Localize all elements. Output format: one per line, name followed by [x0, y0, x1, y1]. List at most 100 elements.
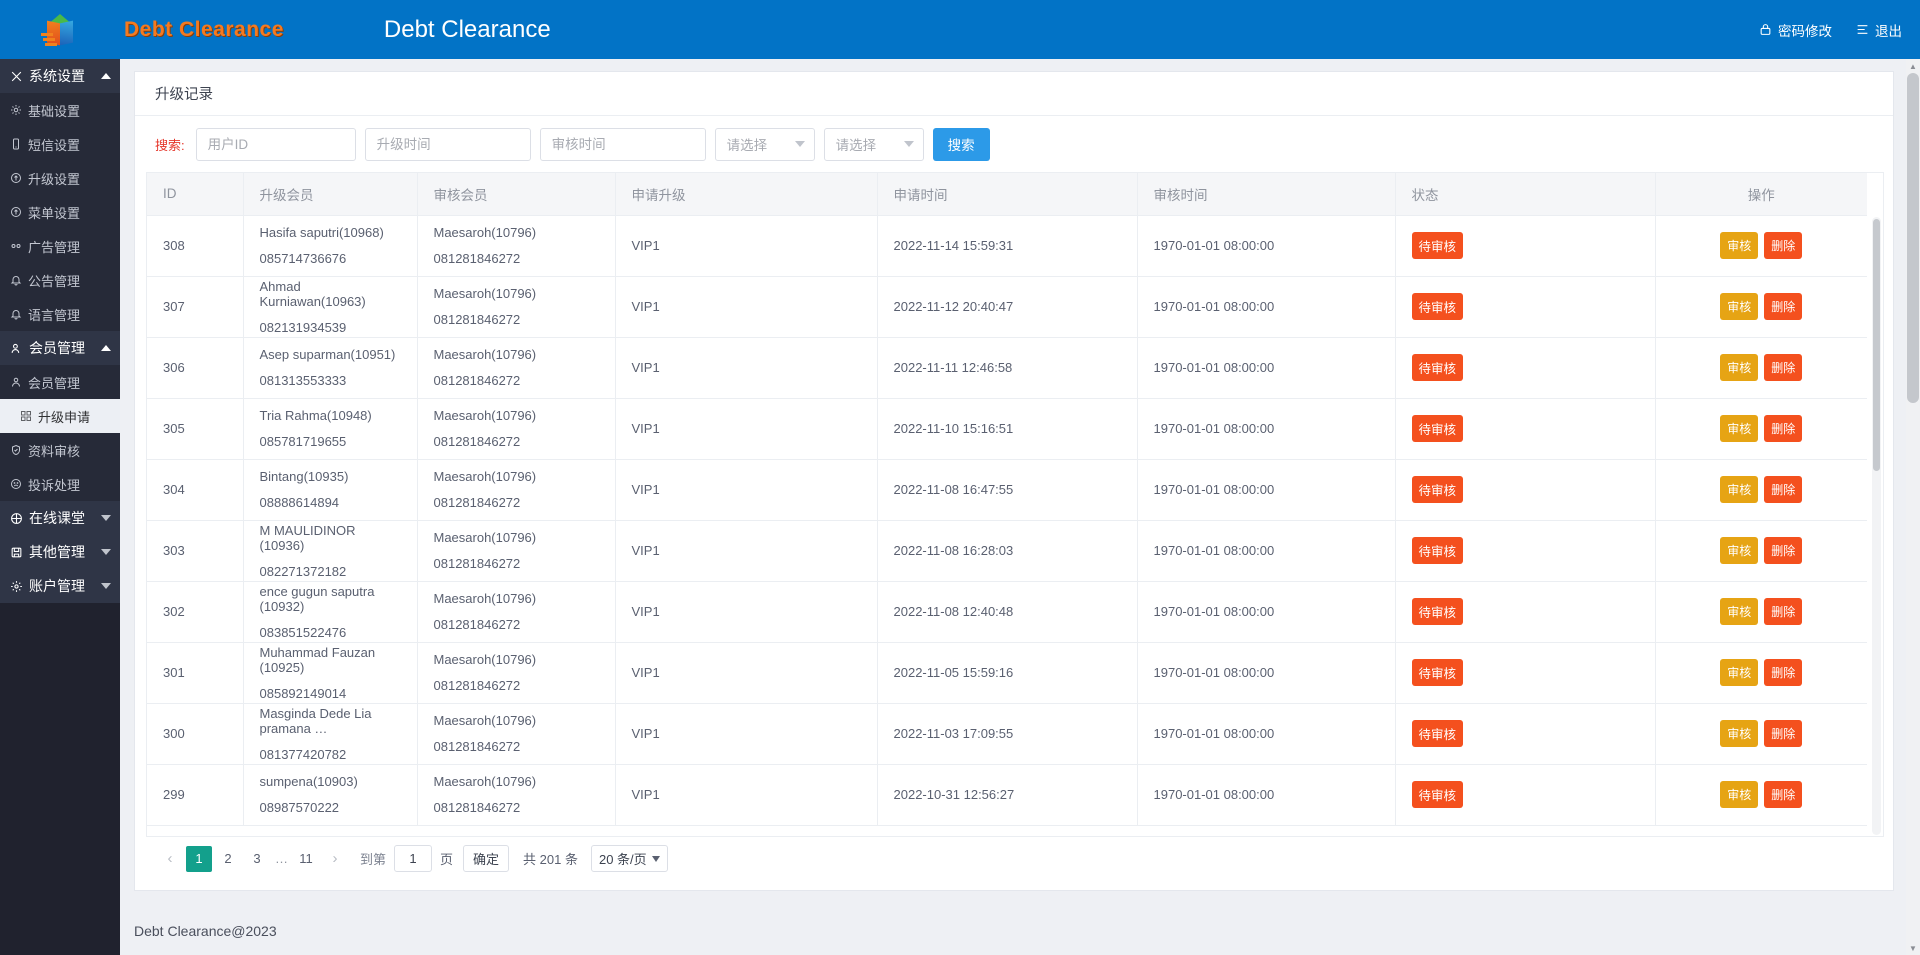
next-page-button[interactable]: › [322, 846, 348, 872]
status-badge[interactable]: 待审核 [1411, 537, 1464, 564]
cell-apply-time: 2022-11-03 17:09:55 [877, 703, 1138, 765]
review-button[interactable]: 审核 [1720, 476, 1759, 503]
level-select[interactable]: 请选择 [823, 127, 924, 161]
cell-status: 待审核 [1395, 276, 1656, 338]
prev-page-button[interactable]: ‹ [157, 846, 183, 872]
total-records-label: 共 201 条 [523, 852, 578, 867]
bell-icon [10, 274, 25, 286]
pagination: ‹ 1 2 3 … 11 › 到第 页 确定 共 201 条 20 条/页 [157, 845, 668, 872]
cell-review-time: 1970-01-01 08:00:00 [1137, 642, 1396, 704]
sidebar-item-sms-settings[interactable]: 短信设置 [0, 127, 120, 161]
scroll-down-arrow-icon[interactable]: ▼ [1906, 941, 1920, 955]
search-button[interactable]: 搜索 [932, 127, 990, 161]
reviewer-phone: 081281846272 [433, 373, 521, 388]
status-badge[interactable]: 待审核 [1411, 415, 1464, 442]
status-badge[interactable]: 待审核 [1411, 232, 1464, 259]
sidebar-item-upgrade-application[interactable]: 升级申请 [0, 399, 120, 433]
cell-status: 待审核 [1395, 215, 1656, 277]
sidebar-group-other-management[interactable]: 其他管理 [0, 535, 120, 569]
review-button[interactable]: 审核 [1720, 598, 1759, 625]
sidebar-item-label: 短信设置 [28, 137, 81, 153]
col-review-time: 审核时间 [1137, 173, 1396, 216]
sidebar-item-data-review[interactable]: 资料审核 [0, 433, 120, 467]
status-badge[interactable]: 待审核 [1411, 659, 1464, 686]
review-button[interactable]: 审核 [1720, 415, 1759, 442]
member-name: ence gugun saputra (10932) [259, 583, 375, 614]
sidebar-item-language-management[interactable]: 语言管理 [0, 297, 120, 331]
reviewer-name: Maesaroh(10796) [433, 591, 537, 606]
cell-level: VIP1 [615, 642, 878, 704]
upgrade-time-input[interactable] [364, 127, 531, 161]
sidebar-group-online-classroom[interactable]: 在线课堂 [0, 501, 120, 535]
delete-button[interactable]: 删除 [1764, 232, 1803, 259]
delete-button[interactable]: 删除 [1764, 354, 1803, 381]
status-badge[interactable]: 待审核 [1411, 720, 1464, 747]
cell-member: Muhammad Fauzan (10925) 085892149014 [243, 642, 418, 704]
delete-button[interactable]: 删除 [1764, 598, 1803, 625]
sidebar-item-member-management[interactable]: 会员管理 [0, 365, 120, 399]
delete-button[interactable]: 删除 [1764, 293, 1803, 320]
reviewer-phone: 081281846272 [433, 495, 521, 510]
status-badge[interactable]: 待审核 [1411, 781, 1464, 808]
cell-status: 待审核 [1395, 764, 1656, 826]
goto-page-input[interactable] [394, 845, 433, 872]
chevron-down-icon [651, 855, 660, 862]
sidebar-item-basic-settings[interactable]: 基础设置 [0, 93, 120, 127]
change-password-button[interactable]: 密码修改 [1759, 20, 1832, 40]
table-scrollbar[interactable] [1872, 217, 1881, 835]
cell-id: 306 [147, 337, 244, 399]
review-button[interactable]: 审核 [1720, 659, 1759, 686]
page-button-1[interactable]: 1 [186, 845, 212, 872]
delete-button[interactable]: 删除 [1764, 537, 1803, 564]
status-select[interactable]: 请选择 [714, 127, 815, 161]
page-size-select[interactable]: 20 条/页 [590, 845, 668, 872]
sidebar-group-account-management[interactable]: 账户管理 [0, 569, 120, 603]
review-button[interactable]: 审核 [1720, 232, 1759, 259]
logout-button[interactable]: 退出 [1856, 20, 1902, 40]
review-button[interactable]: 审核 [1720, 781, 1759, 808]
cell-id: 302 [147, 581, 244, 643]
page-button-2[interactable]: 2 [215, 846, 241, 872]
sidebar-item-upgrade-settings[interactable]: 升级设置 [0, 161, 120, 195]
sidebar-group-system-settings[interactable]: 系统设置 [0, 59, 120, 93]
review-button[interactable]: 审核 [1720, 354, 1759, 381]
member-name: Bintang(10935) [259, 469, 349, 484]
scroll-up-arrow-icon[interactable]: ▲ [1906, 59, 1920, 73]
confirm-page-button[interactable]: 确定 [463, 845, 510, 872]
chevron-up-icon [101, 345, 111, 351]
sidebar-item-label: 会员管理 [28, 375, 81, 391]
sidebar-item-announcement-management[interactable]: 公告管理 [0, 263, 120, 297]
member-phone: 085714736676 [259, 251, 347, 266]
table-scrollbar-thumb[interactable] [1873, 219, 1880, 471]
page-scrollbar[interactable]: ▲ ▼ [1906, 59, 1920, 955]
review-time-input[interactable] [539, 127, 706, 161]
sidebar-navigation: 系统设置 基础设置 短信设置 升级设置 菜单设置 广告管理 公告管理 语言管理 … [0, 59, 120, 955]
brand-logo[interactable] [0, 0, 120, 59]
delete-button[interactable]: 删除 [1764, 415, 1803, 442]
delete-button[interactable]: 删除 [1764, 659, 1803, 686]
review-button[interactable]: 审核 [1720, 720, 1759, 747]
review-button[interactable]: 审核 [1720, 537, 1759, 564]
sidebar-item-complaint-handling[interactable]: 投诉处理 [0, 467, 120, 501]
cell-status: 待审核 [1395, 398, 1656, 460]
review-button[interactable]: 审核 [1720, 293, 1759, 320]
delete-button[interactable]: 删除 [1764, 476, 1803, 503]
status-badge[interactable]: 待审核 [1411, 598, 1464, 625]
page-button-3[interactable]: 3 [244, 846, 270, 872]
user-id-input[interactable] [195, 127, 356, 161]
page-scrollbar-thumb[interactable] [1907, 73, 1919, 403]
status-badge[interactable]: 待审核 [1411, 354, 1464, 381]
cell-level: VIP1 [615, 215, 878, 277]
sidebar-group-member-management[interactable]: 会员管理 [0, 331, 120, 365]
status-badge[interactable]: 待审核 [1411, 293, 1464, 320]
page-button-last[interactable]: 11 [293, 846, 319, 872]
sidebar-item-ad-management[interactable]: 广告管理 [0, 229, 120, 263]
status-badge[interactable]: 待审核 [1411, 476, 1464, 503]
reviewer-phone: 081281846272 [433, 556, 521, 571]
table-row: 307 Ahmad Kurniawan(10963) 082131934539 Mae… [147, 276, 1867, 338]
sidebar-item-menu-settings[interactable]: 菜单设置 [0, 195, 120, 229]
delete-button[interactable]: 删除 [1764, 720, 1803, 747]
cell-status: 待审核 [1395, 520, 1656, 582]
delete-button[interactable]: 删除 [1764, 781, 1803, 808]
brand-name: Debt Clearance [124, 17, 284, 41]
